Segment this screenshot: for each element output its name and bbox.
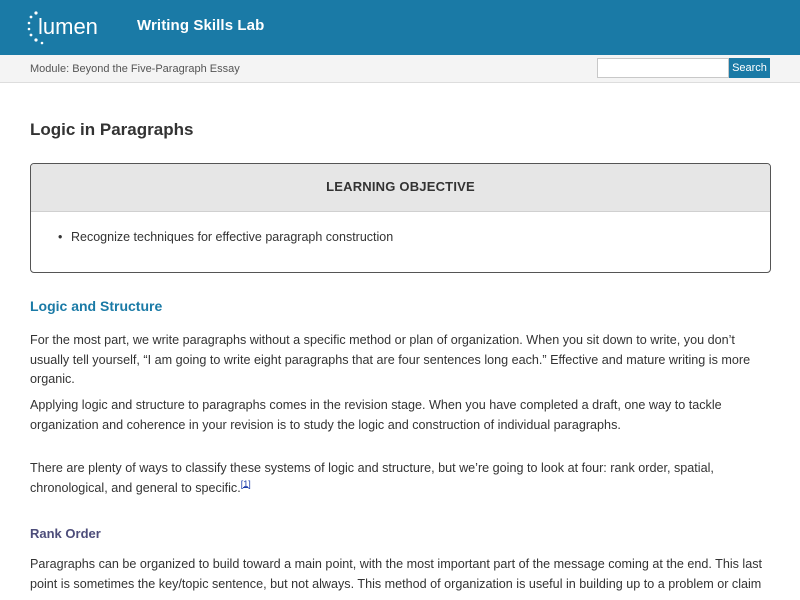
search-button[interactable]: Search xyxy=(729,58,770,78)
logo-text: lumen xyxy=(38,14,98,39)
top-header: lumen Writing Skills Lab xyxy=(0,0,800,55)
course-title[interactable]: Writing Skills Lab xyxy=(137,17,264,34)
footnote-link[interactable]: [1] xyxy=(241,478,251,488)
paragraph-text: There are plenty of ways to classify the… xyxy=(30,461,714,495)
subheading-rank-order: Rank Order xyxy=(30,526,101,541)
bullet-icon: • xyxy=(58,230,63,244)
learning-objective-box: LEARNING OBJECTIVE • Recognize technique… xyxy=(30,163,771,273)
paragraph: For the most part, we write paragraphs w… xyxy=(30,333,751,386)
search-input[interactable] xyxy=(597,58,729,78)
paragraph: Paragraphs can be organized to build tow… xyxy=(30,557,763,591)
page-title: Logic in Paragraphs xyxy=(30,120,194,139)
lumen-logo-icon: lumen xyxy=(27,11,98,45)
lumen-logo[interactable]: lumen xyxy=(26,9,110,47)
learning-objective-item: • Recognize techniques for effective par… xyxy=(58,230,394,244)
section-heading: Logic and Structure xyxy=(30,298,163,314)
learning-objective-heading: LEARNING OBJECTIVE xyxy=(31,164,770,212)
learning-objective-text: Recognize techniques for effective parag… xyxy=(71,230,394,244)
paragraph: Applying logic and structure to paragrap… xyxy=(30,398,722,432)
paragraph: There are plenty of ways to classify the… xyxy=(30,459,775,498)
module-bar: Module: Beyond the Five-Paragraph Essay … xyxy=(0,55,800,83)
module-breadcrumb: Module: Beyond the Five-Paragraph Essay xyxy=(30,63,240,75)
